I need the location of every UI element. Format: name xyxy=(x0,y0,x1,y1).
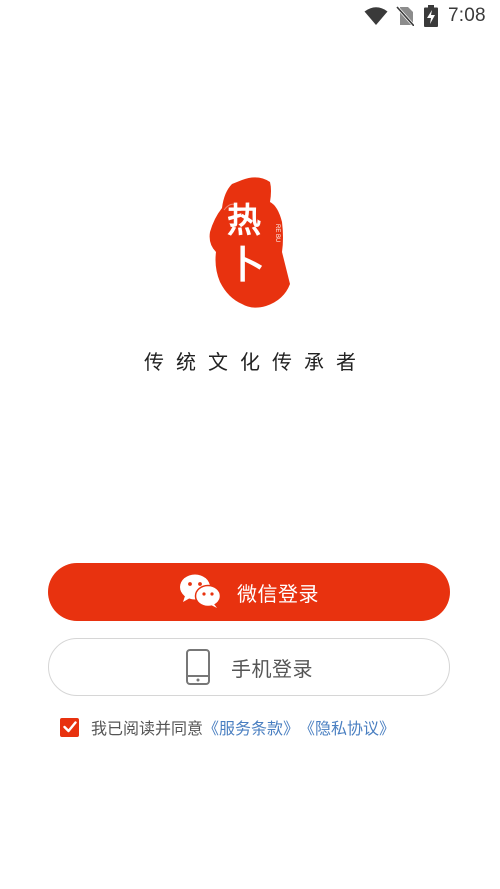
privacy-policy-link[interactable]: 《隐私协议》 xyxy=(299,715,395,739)
phone-login-button[interactable]: 手机登录 xyxy=(48,638,450,696)
app-logo: 热 卜 RE BU xyxy=(200,172,300,312)
wechat-icon xyxy=(180,574,221,608)
battery-charging-icon xyxy=(424,5,438,27)
logo-pinyin: RE BU xyxy=(274,224,280,242)
status-time: 7:08 xyxy=(448,5,486,26)
agreement-row: 我已阅读并同意 《服务条款》 《隐私协议》 xyxy=(60,715,395,739)
status-bar: 7:08 xyxy=(0,0,500,34)
agreement-text: 我已阅读并同意 xyxy=(91,719,204,738)
wechat-login-button[interactable]: 微信登录 xyxy=(48,563,450,621)
wifi-icon xyxy=(364,7,388,25)
logo-char-bottom: 卜 xyxy=(227,242,265,287)
slogan: 传统文化传承者 xyxy=(144,350,368,374)
phone-login-label: 手机登录 xyxy=(231,656,313,681)
no-sim-icon xyxy=(396,6,414,26)
checkmark-icon xyxy=(62,721,77,733)
agreement-checkbox[interactable] xyxy=(60,717,79,737)
logo-char-top: 热 xyxy=(227,201,261,241)
mobile-phone-icon xyxy=(186,649,210,685)
terms-of-service-link[interactable]: 《服务条款》 xyxy=(203,715,299,739)
wechat-login-label: 微信登录 xyxy=(237,581,319,606)
